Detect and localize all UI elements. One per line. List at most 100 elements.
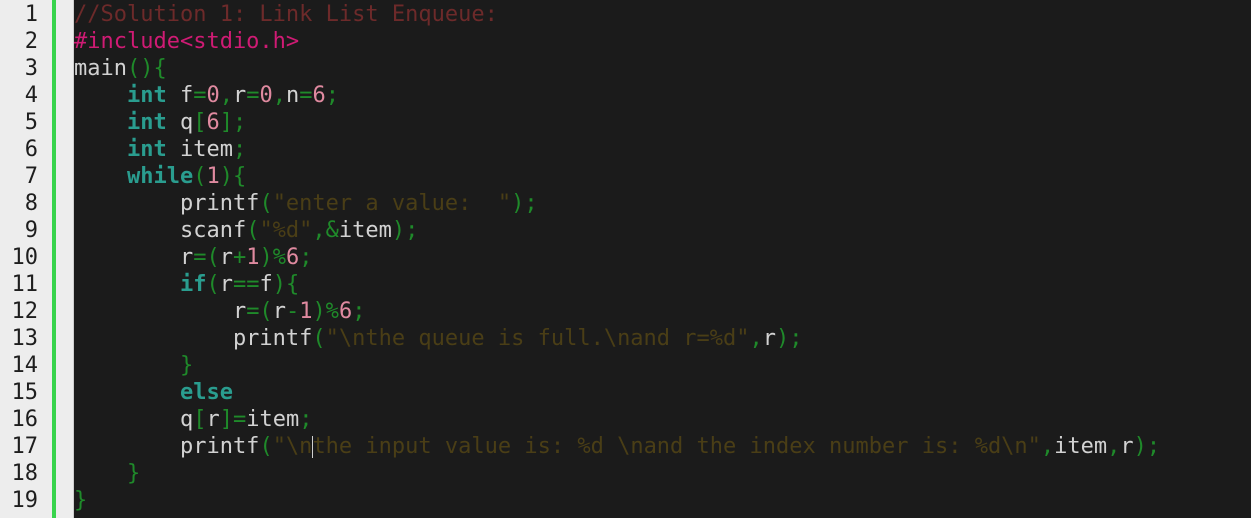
code-token: //Solution 1: Link List Enqueue: [74, 2, 498, 27]
code-token: "enter a value: " [272, 191, 512, 216]
line-number: 1 [24, 2, 38, 27]
line-code[interactable]: while(1){ [74, 163, 246, 190]
line-number: 7 [24, 164, 38, 189]
code-line[interactable]: 17 printf("\nthe input value is: %d \nan… [0, 433, 1251, 460]
code-token: ( [193, 164, 207, 189]
code-token: )% [259, 245, 286, 270]
line-number: 9 [24, 218, 38, 243]
code-editor[interactable]: 1 //Solution 1: Link List Enqueue: 2 #inclu… [0, 0, 1251, 518]
code-line[interactable]: 13 printf("\nthe queue is full.\nand r=%… [0, 325, 1251, 352]
code-token: else [179, 380, 233, 405]
code-token: printf [74, 326, 313, 351]
code-token: q [74, 407, 194, 432]
line-code[interactable]: int item; [74, 136, 246, 163]
code-token: = [299, 83, 313, 108]
code-token: = [193, 83, 207, 108]
line-code[interactable]: q[r]=item; [74, 406, 313, 433]
code-token: } [179, 353, 194, 378]
code-line[interactable]: 18 } [0, 460, 1251, 487]
code-line[interactable]: 9 scanf("%d",&item); [0, 217, 1251, 244]
code-token: r [232, 83, 247, 108]
code-token: if [179, 272, 207, 297]
code-line[interactable]: 14 } [0, 352, 1251, 379]
code-token: 6 [285, 245, 300, 270]
code-line[interactable]: 4 int f=0,r=0,n=6; [0, 82, 1251, 109]
line-code[interactable]: int q[6]; [74, 109, 246, 136]
code-line[interactable]: 15 else [0, 379, 1251, 406]
line-number: 10 [11, 245, 39, 270]
code-line[interactable]: 3 main(){ [0, 55, 1251, 82]
code-token: r [206, 407, 220, 432]
code-token: item [1054, 434, 1108, 459]
line-code[interactable]: printf("\nthe input value is: %d \nand t… [74, 433, 1160, 460]
code-token: ); [776, 326, 803, 351]
code-token: ; [325, 83, 339, 108]
code-token: ,& [312, 218, 339, 243]
line-code[interactable]: r=(r+1)%6; [74, 244, 313, 271]
code-line[interactable]: 1 //Solution 1: Link List Enqueue: [0, 1, 1251, 28]
code-token: , [219, 83, 233, 108]
line-code[interactable]: //Solution 1: Link List Enqueue: [74, 1, 498, 28]
code-token: - [285, 299, 300, 324]
code-line[interactable]: 11 if(r==f){ [0, 271, 1251, 298]
code-token: 6 [338, 299, 353, 324]
line-code[interactable]: printf("enter a value: "); [74, 190, 538, 217]
code-token: scanf [74, 218, 247, 243]
line-number: 3 [24, 56, 38, 81]
code-token: } [74, 488, 88, 513]
line-code[interactable]: if(r==f){ [74, 271, 299, 298]
code-line[interactable]: 7 while(1){ [0, 163, 1251, 190]
code-token: ){ [219, 164, 247, 189]
code-token: 1 [246, 245, 260, 270]
code-token: = [246, 83, 260, 108]
line-number: 2 [24, 29, 38, 54]
code-token: r [74, 299, 247, 324]
code-line[interactable]: 5 int q[6]; [0, 109, 1251, 136]
code-token: ( [312, 326, 326, 351]
code-token: 6 [312, 83, 326, 108]
code-token: r [272, 299, 286, 324]
code-token: int [126, 83, 167, 108]
code-line[interactable]: 8 printf("enter a value: "); [0, 190, 1251, 217]
code-token: , [749, 326, 763, 351]
line-number: 11 [11, 272, 39, 297]
line-code[interactable]: } [74, 352, 193, 379]
code-line[interactable]: 16 q[r]=item; [0, 406, 1251, 433]
line-code[interactable]: } [74, 460, 140, 487]
line-code[interactable]: int f=0,r=0,n=6; [74, 82, 339, 109]
code-token: main [74, 56, 127, 81]
code-token: f [166, 83, 194, 108]
code-token: [ [193, 407, 207, 432]
line-number: 16 [11, 407, 39, 432]
line-number: 14 [11, 353, 39, 378]
code-token: , [1040, 434, 1055, 459]
code-token: "\nthe queue is full.\nand r=%d" [325, 326, 750, 351]
line-code[interactable]: printf("\nthe queue is full.\nand r=%d",… [74, 325, 803, 352]
code-token: =( [193, 245, 220, 270]
code-line[interactable]: 6 int item; [0, 136, 1251, 163]
code-token: ){ [272, 272, 300, 297]
code-line[interactable]: 10 r=(r+1)%6; [0, 244, 1251, 271]
line-code[interactable]: else [74, 379, 233, 406]
code-line[interactable]: 19} [0, 487, 1251, 514]
code-token: 1 [299, 299, 313, 324]
code-line[interactable]: 12 r=(r-1)%6; [0, 298, 1251, 325]
code-token: ( [259, 191, 273, 216]
line-code[interactable]: main(){ [74, 55, 167, 82]
line-number: 18 [11, 461, 39, 486]
code-token: [ [193, 110, 207, 135]
code-token: #include<stdio.h> [74, 29, 300, 54]
code-token: r [74, 245, 194, 270]
line-code[interactable]: r=(r-1)%6; [74, 298, 366, 325]
code-token: r [1120, 434, 1134, 459]
code-token: 0 [206, 83, 220, 108]
code-line[interactable]: 2 #include<stdio.h> [0, 28, 1251, 55]
line-code[interactable]: } [74, 487, 87, 514]
code-token: ( [246, 218, 260, 243]
code-token: ]= [219, 407, 247, 432]
line-code[interactable]: #include<stdio.h> [74, 28, 299, 55]
line-code[interactable]: scanf("%d",&item); [74, 217, 418, 244]
code-token: while [126, 164, 194, 189]
code-token: 0 [259, 83, 273, 108]
